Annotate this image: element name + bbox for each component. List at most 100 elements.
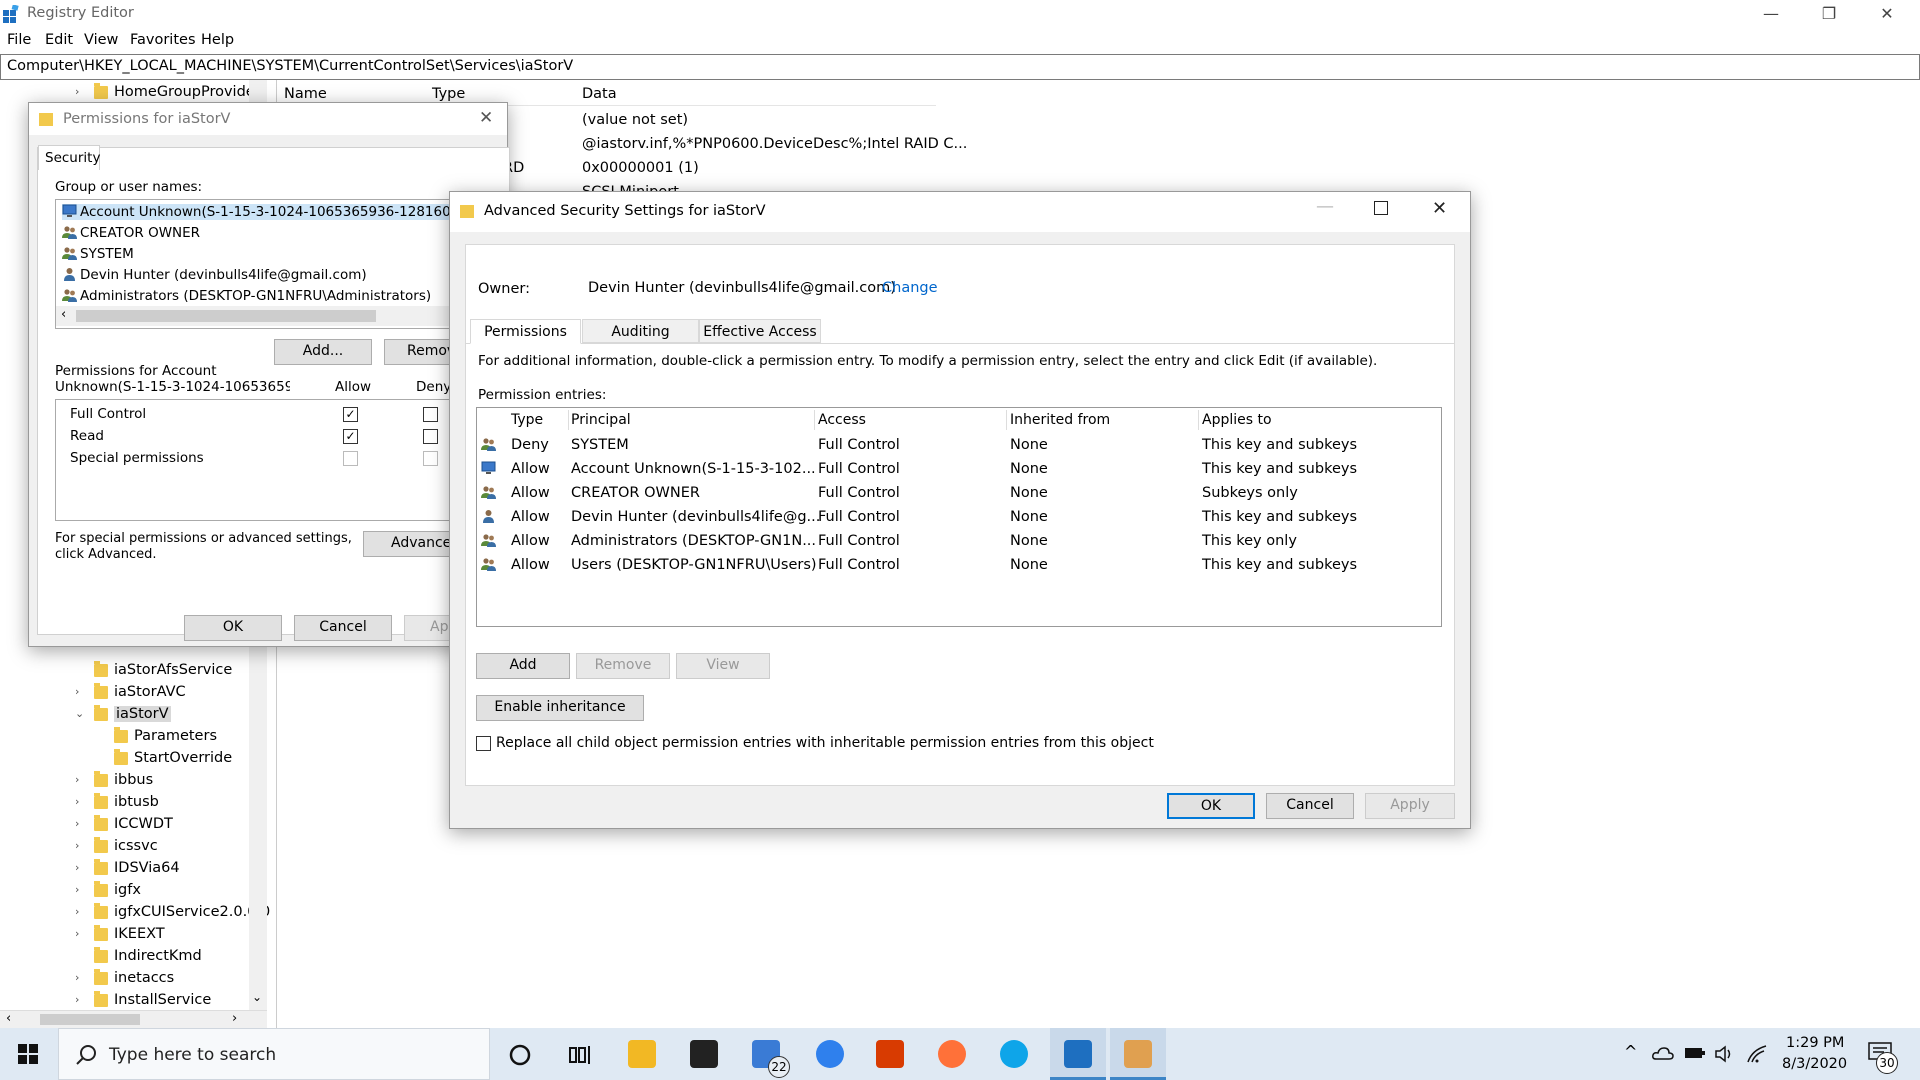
cancel-button[interactable]: Cancel (1266, 793, 1354, 819)
maximize-icon[interactable] (1374, 201, 1388, 215)
add-user-button[interactable]: Add... (274, 339, 372, 365)
address-bar[interactable]: Computer\HKEY_LOCAL_MACHINE\SYSTEM\Curre… (0, 54, 1920, 80)
menu-file[interactable]: File (7, 32, 31, 48)
office-icon[interactable] (876, 1040, 904, 1068)
tree-item[interactable]: › iaStorAVC (0, 682, 249, 704)
chevron-down-icon[interactable]: ⌄ (75, 707, 87, 720)
tree-item-top[interactable]: › HomeGroupProvide ^ (0, 82, 267, 104)
tree-item[interactable]: ⌄ iaStorV (0, 704, 249, 726)
view-entry-button[interactable]: View (676, 653, 770, 679)
user-list-item[interactable]: Administrators (DESKTOP-GN1NFRU\Administ… (62, 288, 431, 304)
ok-button[interactable]: OK (1167, 793, 1255, 819)
edge-icon[interactable] (1000, 1040, 1028, 1068)
allow-checkbox[interactable] (343, 451, 358, 466)
remove-entry-button[interactable]: Remove (576, 653, 670, 679)
tree-item[interactable]: › ibbus (0, 770, 249, 792)
enable-inheritance-button[interactable]: Enable inheritance (476, 695, 644, 721)
chevron-right-icon[interactable]: › (75, 795, 87, 808)
taskbar-active-paint[interactable] (1110, 1028, 1166, 1080)
scroll-left-icon[interactable]: ‹ (61, 307, 66, 322)
tree-item[interactable]: IndirectKmd (0, 946, 249, 968)
scroll-thumb[interactable] (40, 1014, 140, 1025)
user-list-item[interactable]: Account Unknown(S-1-15-3-1024-1065365936… (62, 204, 514, 220)
chevron-right-icon[interactable]: › (75, 861, 87, 874)
chevron-right-icon[interactable]: › (75, 971, 87, 984)
col-principal[interactable]: Principal (571, 412, 631, 428)
firefox-icon[interactable] (938, 1040, 966, 1068)
allow-checkbox[interactable]: ✓ (343, 429, 358, 444)
permission-entry-row[interactable]: Allow Devin Hunter (devinbulls4life@g... F… (477, 506, 1441, 528)
scroll-thumb[interactable] (76, 310, 376, 322)
tree-item[interactable]: iaStorAfsService (0, 660, 249, 682)
permission-entry-row[interactable]: Allow Users (DESKTOP-GN1NFRU\Users) Full C… (477, 554, 1441, 576)
menu-help[interactable]: Help (201, 32, 234, 48)
mail-icon[interactable]: 22 (752, 1040, 790, 1078)
col-applies[interactable]: Applies to (1202, 412, 1272, 428)
replace-child-checkbox[interactable] (476, 736, 491, 751)
restore-button[interactable]: ❐ (1800, 0, 1858, 28)
permission-entry-row[interactable]: Deny SYSTEM Full Control None This key and s… (477, 434, 1441, 456)
minimize-icon[interactable]: — (1316, 196, 1334, 217)
tree-item[interactable]: › inetaccs (0, 968, 249, 990)
permission-entry-row[interactable]: Allow CREATOR OWNER Full Control None Subkey… (477, 482, 1441, 504)
cortana-icon[interactable] (508, 1043, 532, 1067)
chevron-right-icon[interactable]: › (75, 883, 87, 896)
tree-item[interactable]: › icssvc (0, 836, 249, 858)
deny-checkbox[interactable] (423, 407, 438, 422)
permission-entry-row[interactable]: Allow Administrators (DESKTOP-GN1N... Full… (477, 530, 1441, 552)
tree-item[interactable]: › IDSVia64 (0, 858, 249, 880)
tree-item[interactable]: › IKEEXT (0, 924, 249, 946)
col-inherited[interactable]: Inherited from (1010, 412, 1110, 428)
tree-item[interactable]: › InstallService (0, 990, 249, 1012)
tree-item[interactable]: StartOverride (0, 748, 249, 770)
close-button[interactable]: ✕ (1858, 0, 1916, 28)
tab-auditing[interactable]: Auditing (582, 319, 699, 343)
battery-icon[interactable] (1684, 1046, 1706, 1060)
menu-favorites[interactable]: Favorites (130, 32, 196, 48)
deny-checkbox[interactable] (423, 429, 438, 444)
ok-button[interactable]: OK (184, 615, 282, 641)
user-list-item[interactable]: SYSTEM (62, 246, 134, 262)
task-view-icon[interactable] (568, 1043, 592, 1067)
col-name[interactable]: Name (284, 86, 327, 102)
tab-security[interactable]: Security (38, 145, 100, 170)
col-access[interactable]: Access (818, 412, 866, 428)
minimize-button[interactable]: — (1742, 0, 1800, 28)
deny-checkbox[interactable] (423, 451, 438, 466)
col-type[interactable]: Type (511, 412, 543, 428)
tree-horizontal-scrollbar[interactable]: ‹ › (0, 1010, 267, 1028)
chevron-right-icon[interactable]: › (75, 839, 87, 852)
file-explorer-icon[interactable] (628, 1040, 656, 1068)
chevron-right-icon[interactable]: › (75, 927, 87, 940)
menu-view[interactable]: View (84, 32, 118, 48)
tree-item[interactable]: › ibtusb (0, 792, 249, 814)
close-icon[interactable]: ✕ (1432, 198, 1447, 219)
store-icon[interactable] (690, 1040, 718, 1068)
permission-entry-row[interactable]: Allow Account Unknown(S-1-15-3-102... Full… (477, 458, 1441, 480)
scroll-left-icon[interactable]: ‹ (6, 1011, 11, 1026)
group-list-hscroll[interactable]: ‹ › (56, 306, 514, 326)
col-type[interactable]: Type (432, 86, 465, 102)
close-icon[interactable]: ✕ (479, 108, 493, 128)
wifi-icon[interactable] (1746, 1044, 1768, 1064)
scroll-down-icon[interactable]: ⌄ (252, 990, 262, 1004)
user-list-item[interactable]: CREATOR OWNER (62, 225, 200, 241)
taskbar-active-regedit[interactable] (1050, 1028, 1106, 1080)
menu-edit[interactable]: Edit (45, 32, 73, 48)
tab-permissions[interactable]: Permissions (470, 319, 581, 344)
safari-like-icon[interactable] (816, 1040, 844, 1068)
clock-date[interactable]: 8/3/2020 (1782, 1056, 1847, 1072)
chevron-up-icon[interactable]: ^ (1624, 1042, 1637, 1061)
col-data[interactable]: Data (582, 86, 617, 102)
cancel-button[interactable]: Cancel (294, 615, 392, 641)
apply-button[interactable]: Apply (1365, 793, 1455, 819)
allow-checkbox[interactable]: ✓ (343, 407, 358, 422)
onedrive-icon[interactable] (1652, 1045, 1674, 1061)
search-box[interactable]: Type here to search (58, 1028, 490, 1080)
user-list-item[interactable]: Devin Hunter (devinbulls4life@gmail.com) (62, 267, 367, 283)
change-owner-link[interactable]: Change (882, 280, 938, 296)
chevron-right-icon[interactable]: › (75, 993, 87, 1006)
tree-item[interactable]: › igfx (0, 880, 249, 902)
windows-start-icon[interactable] (18, 1044, 38, 1064)
chevron-right-icon[interactable]: › (75, 817, 87, 830)
